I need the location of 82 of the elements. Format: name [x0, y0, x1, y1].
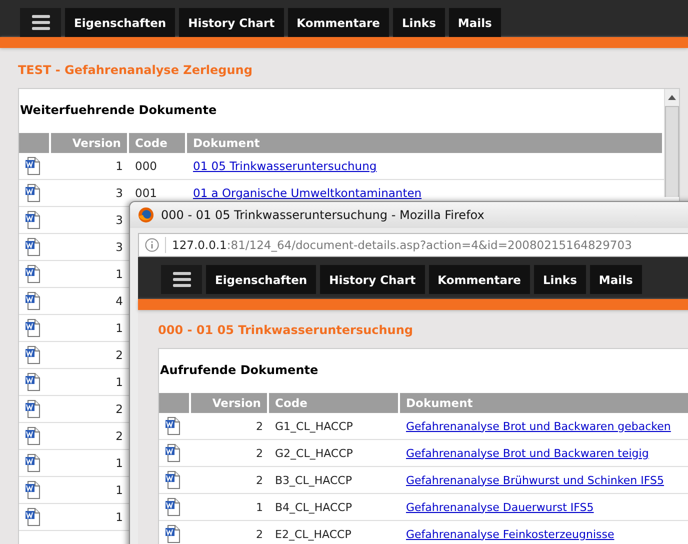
document-code: G1_CL_HACCP	[275, 420, 353, 432]
word-document-icon	[25, 319, 41, 337]
word-document-icon	[25, 373, 41, 391]
address-field[interactable]: 127.0.0.1:81/124_64/document-details.asp?action=4&id=20080215164829703	[138, 233, 688, 257]
version-number: 2	[256, 446, 263, 460]
page-title: TEST - Gefahrenanalyse Zerlegung	[18, 63, 254, 79]
section-heading: Aufrufende Dokumente	[159, 363, 320, 379]
nav-tab[interactable]: Mails	[590, 265, 642, 294]
nav-tab[interactable]: History Chart	[179, 8, 284, 37]
version-number: 2	[116, 402, 123, 416]
column-header: Code	[129, 133, 187, 153]
document-link[interactable]: Gefahrenanalyse Dauerwurst IFS5	[406, 500, 594, 514]
menu-button[interactable]	[161, 265, 202, 294]
document-code: G2_CL_HACCP	[275, 446, 353, 460]
version-number: 1	[116, 510, 123, 524]
section-heading: Weiterfuehrende Dokumente	[19, 103, 218, 119]
nav-tab[interactable]: Eigenschaften	[65, 8, 176, 37]
menu-button[interactable]	[20, 8, 61, 37]
document-code: 001	[135, 186, 157, 200]
version-number: 2	[256, 420, 263, 432]
word-document-icon	[165, 471, 181, 489]
document-code: B3_CL_HACCP	[275, 474, 352, 486]
scrollbar[interactable]	[664, 89, 679, 197]
word-document-icon	[25, 481, 41, 499]
version-number: 2	[116, 348, 123, 362]
browser-logo-icon	[138, 207, 154, 223]
document-link[interactable]: 01 05 Trinkwasseruntersuchung	[193, 159, 377, 173]
document-code: E2_CL_HACCP	[275, 528, 352, 540]
document-link[interactable]: Gefahrenanalyse Brot und Backwaren gebacken	[406, 420, 671, 432]
nav-tab[interactable]: Eigenschaften	[206, 265, 316, 294]
word-document-icon	[25, 454, 41, 472]
version-number: 1	[116, 267, 123, 281]
column-header: Code	[269, 393, 400, 413]
scroll-up-arrow-icon[interactable]	[668, 95, 676, 100]
word-document-icon	[25, 400, 41, 418]
word-document-icon	[25, 184, 41, 202]
nav-tab[interactable]: Kommentare	[428, 265, 530, 294]
nav-tab[interactable]: Mails	[448, 8, 501, 37]
version-number: 1	[256, 500, 263, 514]
word-document-icon	[165, 444, 181, 462]
version-number: 1	[116, 456, 123, 470]
version-number: 4	[116, 294, 123, 308]
document-code: 000	[135, 159, 157, 173]
nav-tab[interactable]: Kommentare	[288, 8, 389, 37]
word-document-icon	[25, 346, 41, 364]
version-number: 1	[116, 375, 123, 389]
word-document-icon	[165, 417, 181, 435]
menu-icon	[172, 272, 190, 287]
window-title: 000 - 01 05 Trinkwasseruntersuchung - Mozilla Firefox	[161, 208, 484, 222]
version-number: 3	[116, 240, 123, 254]
column-header: Version	[51, 133, 129, 153]
version-number: 1	[116, 159, 123, 173]
version-number: 2	[256, 528, 263, 540]
word-document-icon	[25, 157, 41, 175]
column-header: Dokument	[400, 393, 688, 413]
version-number: 2	[256, 474, 263, 486]
word-document-icon	[25, 508, 41, 526]
version-number: 1	[116, 321, 123, 335]
column-header: Dokument	[187, 133, 664, 153]
word-document-icon	[25, 265, 41, 283]
word-document-icon	[25, 292, 41, 310]
word-document-icon	[25, 238, 41, 256]
document-link[interactable]: 01 a Organische Umweltkontaminanten	[193, 186, 422, 200]
document-code: B4_CL_HACCP	[275, 500, 352, 514]
column-header: Version	[191, 393, 269, 413]
nav-tab[interactable]: Links	[534, 265, 586, 294]
info-icon	[145, 238, 159, 252]
version-number: 2	[116, 429, 123, 443]
word-document-icon	[165, 498, 181, 516]
version-number: 3	[116, 213, 123, 227]
nav-tab[interactable]: History Chart	[320, 265, 425, 294]
document-link[interactable]: Gefahrenanalyse Brot und Backwaren teigig	[406, 446, 649, 460]
page-title: 000 - 01 05 Trinkwasseruntersuchung	[158, 323, 414, 339]
menu-icon	[32, 15, 50, 30]
version-number: 1	[116, 483, 123, 497]
document-link[interactable]: Gefahrenanalyse Brühwurst und Schinken IFS5	[406, 474, 664, 486]
version-number: 3	[116, 186, 123, 200]
url-text: 127.0.0.1:81/124_64/document-details.asp?action=4&id=20080215164829703	[172, 238, 632, 252]
document-link[interactable]: Gefahrenanalyse Feinkosterzeugnisse	[406, 528, 614, 540]
nav-tab[interactable]: Links	[392, 8, 445, 37]
word-document-icon	[25, 427, 41, 445]
word-document-icon	[25, 211, 41, 229]
